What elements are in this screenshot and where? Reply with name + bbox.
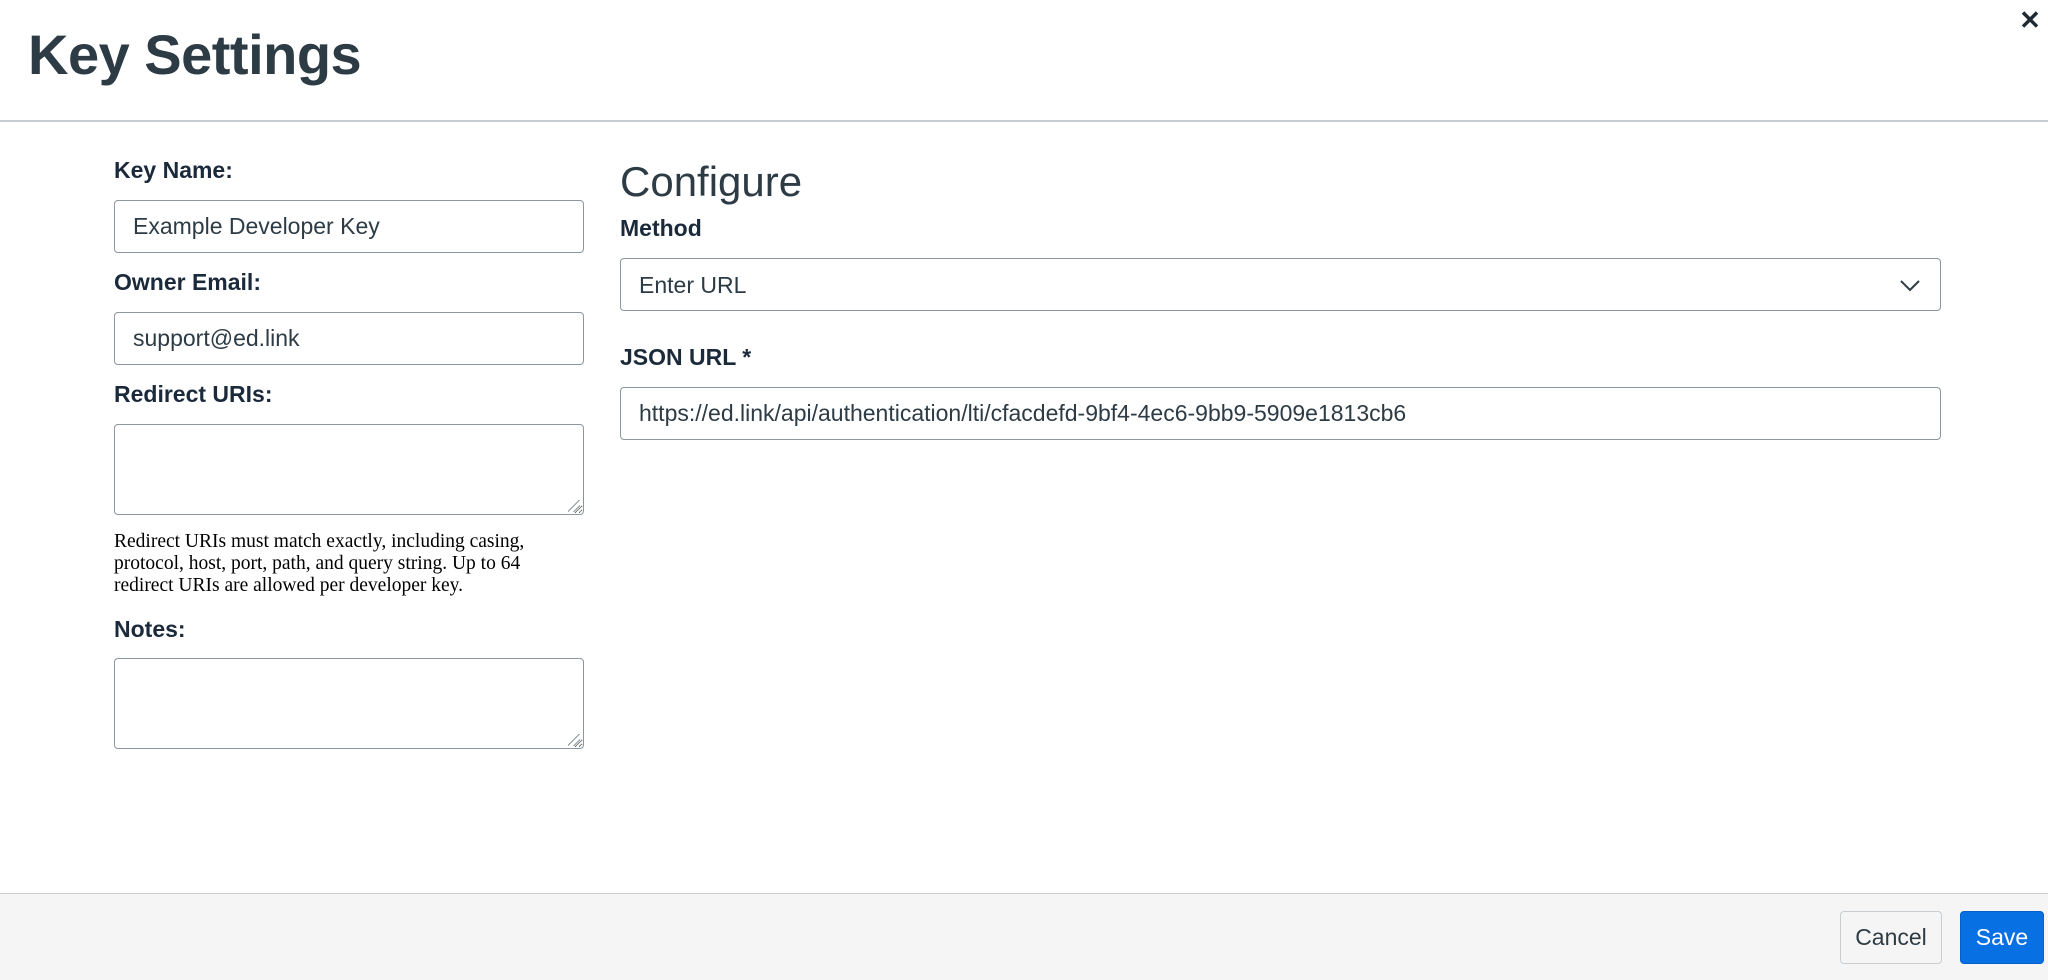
close-icon: ✕ (2019, 5, 2041, 35)
method-selected-value: Enter URL (639, 271, 747, 298)
close-button[interactable]: ✕ (2016, 6, 2044, 34)
key-settings-modal: Key Settings ✕ Key Name: Owner Email: Re… (0, 0, 2048, 980)
redirect-uris-textarea[interactable] (114, 424, 584, 515)
redirect-uris-help-text: Redirect URIs must match exactly, includ… (114, 531, 525, 596)
method-select[interactable]: Enter URL (620, 258, 1941, 311)
notes-textarea[interactable] (114, 658, 584, 749)
notes-label: Notes: (114, 616, 186, 642)
chevron-down-icon (1900, 279, 1920, 291)
owner-email-label: Owner Email: (114, 269, 261, 295)
modal-footer (0, 893, 2048, 980)
key-name-input[interactable] (114, 200, 584, 253)
redirect-uris-label: Redirect URIs: (114, 381, 273, 407)
page-title: Key Settings (28, 23, 362, 86)
key-name-label: Key Name: (114, 157, 233, 183)
json-url-input[interactable] (620, 387, 1941, 440)
modal-header: Key Settings ✕ (0, 0, 2048, 122)
json-url-label: JSON URL * (620, 344, 752, 370)
configure-title: Configure (620, 158, 803, 205)
owner-email-input[interactable] (114, 312, 584, 365)
save-button[interactable]: Save (1960, 911, 2044, 964)
method-label: Method (620, 215, 702, 241)
cancel-button[interactable]: Cancel (1840, 911, 1942, 964)
